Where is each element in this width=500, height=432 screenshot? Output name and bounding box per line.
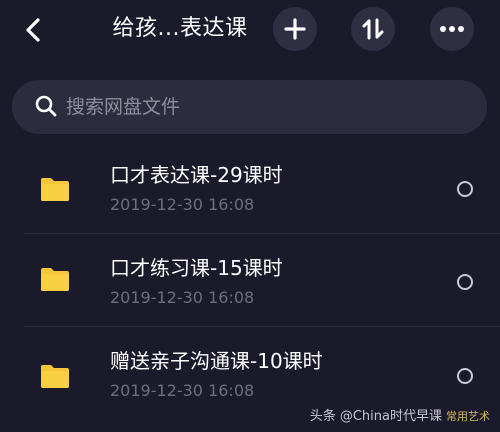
watermark-text: 头条 @China时代早课 — [309, 409, 442, 424]
file-name: 口才表达课-29课时 — [110, 163, 283, 187]
watermark-tag: 常用艺术 — [446, 410, 490, 423]
sort-button[interactable] — [351, 7, 395, 51]
folder-icon — [41, 178, 69, 201]
file-date: 2019-12-30 16:08 — [110, 195, 255, 214]
add-button[interactable] — [273, 7, 317, 51]
search-input[interactable] — [66, 90, 466, 124]
select-radio[interactable] — [457, 274, 473, 290]
file-name: 口才练习课-15课时 — [110, 256, 283, 280]
plus-icon — [284, 18, 306, 40]
file-name: 赠送亲子沟通课-10课时 — [110, 349, 323, 373]
more-button[interactable] — [430, 7, 474, 51]
file-date: 2019-12-30 16:08 — [110, 381, 255, 400]
select-radio[interactable] — [457, 368, 473, 384]
folder-icon — [41, 365, 69, 388]
chevron-left-icon — [26, 18, 40, 42]
search-bar[interactable] — [12, 80, 487, 134]
search-icon — [35, 95, 57, 117]
top-bar: 给孩...表达课 — [0, 0, 500, 62]
back-button[interactable] — [18, 12, 48, 48]
watermark: 头条 @China时代早课 常用艺术 — [310, 405, 490, 424]
sort-arrows-icon — [362, 18, 384, 40]
divider — [24, 326, 500, 327]
list-item[interactable]: 口才表达课-29课时 2019-12-30 16:08 — [0, 140, 500, 232]
select-radio[interactable] — [457, 181, 473, 197]
ellipsis-icon — [440, 26, 464, 32]
file-date: 2019-12-30 16:08 — [110, 288, 255, 307]
folder-icon — [41, 268, 69, 291]
divider — [24, 233, 500, 234]
page-title: 给孩...表达课 — [112, 16, 248, 41]
list-item[interactable]: 口才练习课-15课时 2019-12-30 16:08 — [0, 235, 500, 327]
